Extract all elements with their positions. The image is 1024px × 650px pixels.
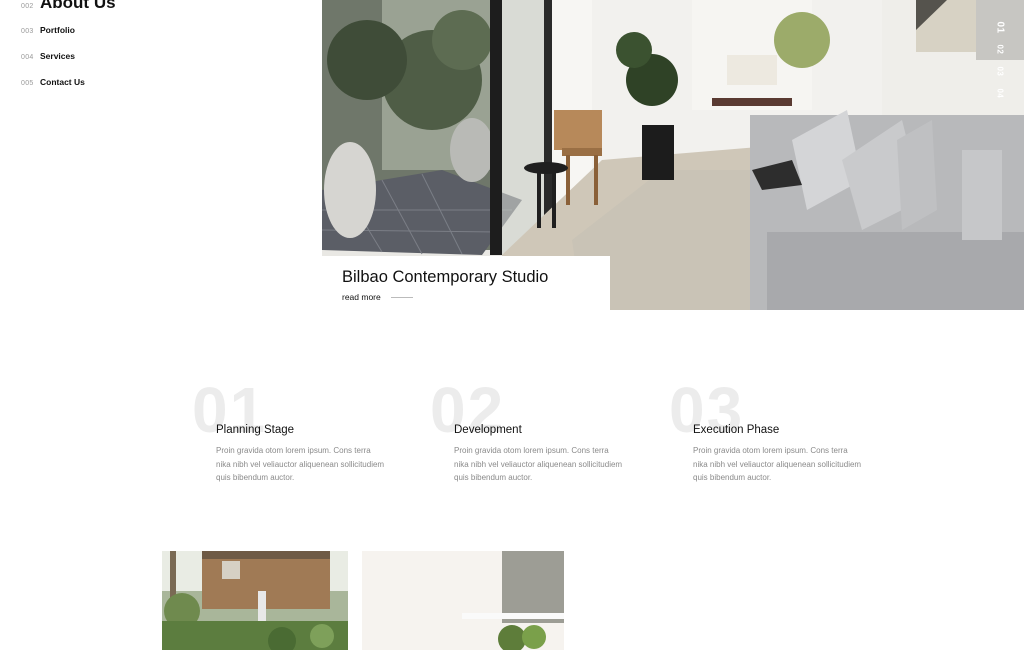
step-title: Planning Stage	[216, 424, 295, 436]
gallery-image	[162, 551, 564, 650]
nav-item-number: 005	[21, 80, 34, 87]
slide-dot-03[interactable]: 03	[995, 66, 1004, 78]
nav-item-number: 003	[21, 28, 34, 35]
nav-item-label: About Us	[40, 0, 116, 12]
nav-item-services[interactable]: 004 Services	[21, 51, 75, 61]
step-title: Development	[454, 424, 522, 436]
slide-dot-01[interactable]: 01	[994, 21, 1005, 33]
nav-item-about-us[interactable]: 002 About Us	[21, 0, 116, 13]
hero-caption-box: Bilbao Contemporary Studio read more	[322, 256, 610, 310]
process-step-1: 01 Planning Stage Proin gravida otom lor…	[192, 378, 412, 498]
process-step-2: 02 Development Proin gravida otom lorem …	[430, 378, 650, 498]
step-description: Proin gravida otom lorem ipsum. Cons ter…	[216, 446, 385, 482]
slide-pagination: 01 02 03 04	[994, 21, 1006, 100]
step-description: Proin gravida otom lorem ipsum. Cons ter…	[454, 446, 623, 482]
read-more-link[interactable]: read more	[342, 292, 413, 302]
nav-item-number: 002	[21, 3, 34, 10]
slide-dot-04[interactable]: 04	[995, 88, 1004, 100]
gallery-photo	[162, 551, 564, 650]
read-more-line	[390, 296, 413, 298]
nav-item-label: Contact Us	[40, 77, 85, 87]
read-more-label: read more	[342, 292, 381, 302]
step-description: Proin gravida otom lorem ipsum. Cons ter…	[693, 446, 862, 482]
slide-dot-02[interactable]: 02	[995, 44, 1004, 56]
step-title: Execution Phase	[693, 424, 780, 436]
side-navigation: 002 About Us 003 Portfolio 004 Services …	[0, 0, 322, 310]
process-step-3: 03 Execution Phase Proin gravida otom lo…	[669, 378, 889, 498]
nav-item-label: Portfolio	[40, 25, 75, 35]
nav-item-label: Services	[40, 51, 75, 61]
nav-item-contact-us[interactable]: 005 Contact Us	[21, 77, 85, 87]
nav-item-portfolio[interactable]: 003 Portfolio	[21, 25, 75, 35]
hero-caption-title: Bilbao Contemporary Studio	[342, 268, 549, 286]
nav-item-number: 004	[21, 54, 34, 61]
